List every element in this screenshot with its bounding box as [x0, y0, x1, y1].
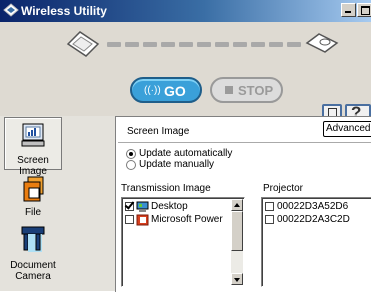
stop-button[interactable]: STOP — [210, 77, 283, 103]
scrollbar[interactable] — [231, 199, 243, 285]
item-label: Desktop — [151, 201, 188, 212]
sidebar-item-file[interactable]: File — [4, 173, 62, 229]
sidebar-item-label: File — [24, 207, 42, 218]
arrow-up-icon — [234, 203, 240, 207]
transmission-panel: ((·)) GO STOP ? — [0, 22, 371, 124]
transmission-image-list[interactable]: Desktop Microsoft Power — [121, 197, 245, 287]
item-label: 00022D2A3C2D — [277, 214, 350, 225]
projector-icon — [305, 33, 339, 53]
radio-update-automatically[interactable] — [126, 149, 136, 159]
maximize-button[interactable] — [357, 3, 371, 17]
section-title: Screen Image — [127, 126, 190, 137]
radio-label: Update automatically — [139, 148, 233, 159]
minimize-button[interactable] — [341, 3, 356, 17]
signal-icon: ((·)) — [144, 85, 161, 96]
go-button[interactable]: ((·)) GO — [130, 77, 202, 103]
window-title: Wireless Utility — [21, 4, 107, 18]
checkbox-projector[interactable] — [265, 215, 274, 224]
projector-list[interactable]: 00022D3A52D6 00022D2A3C2D — [261, 197, 371, 287]
advanced-button[interactable]: Advanced. — [323, 121, 371, 137]
screen-image-icon — [21, 123, 45, 147]
document-camera-icon — [21, 226, 45, 252]
scroll-up-button[interactable] — [231, 199, 243, 211]
arrow-down-icon — [234, 278, 240, 282]
sidebar-item-screen-image[interactable]: Screen Image — [4, 117, 62, 177]
maximize-icon — [361, 6, 370, 15]
app-window: Wireless Utility ((·)) GO STOP ? Screen … — [0, 0, 371, 292]
checkbox-microsoft-power[interactable] — [125, 215, 134, 224]
title-bar[interactable]: Wireless Utility — [0, 0, 371, 22]
scroll-down-button[interactable] — [231, 273, 243, 285]
divider — [118, 142, 371, 143]
sidebar: Screen Image File Document Camera — [0, 116, 115, 291]
file-icon — [23, 176, 44, 202]
powerpoint-icon — [136, 214, 149, 226]
stop-icon — [225, 86, 233, 94]
item-label: Microsoft Power — [151, 214, 223, 225]
radio-label: Update manually — [139, 159, 215, 170]
go-label: GO — [164, 83, 186, 99]
radio-update-manually[interactable] — [126, 160, 136, 170]
laptop-icon — [66, 31, 100, 57]
checkbox-desktop[interactable] — [125, 202, 134, 211]
item-label: 00022D3A52D6 — [277, 201, 349, 212]
app-icon — [3, 3, 19, 17]
sidebar-item-label: Document Camera — [10, 260, 56, 282]
minimize-icon — [345, 11, 351, 13]
desktop-icon — [136, 201, 149, 212]
transmission-image-label: Transmission Image — [121, 183, 211, 194]
projector-label: Projector — [263, 183, 304, 194]
scroll-thumb[interactable] — [231, 211, 243, 251]
checkbox-projector[interactable] — [265, 202, 274, 211]
stop-label: STOP — [238, 83, 274, 98]
screen-image-panel: Screen Image Advanced. Update automatica… — [115, 116, 371, 292]
sidebar-item-document-camera[interactable]: Document Camera — [4, 224, 62, 290]
